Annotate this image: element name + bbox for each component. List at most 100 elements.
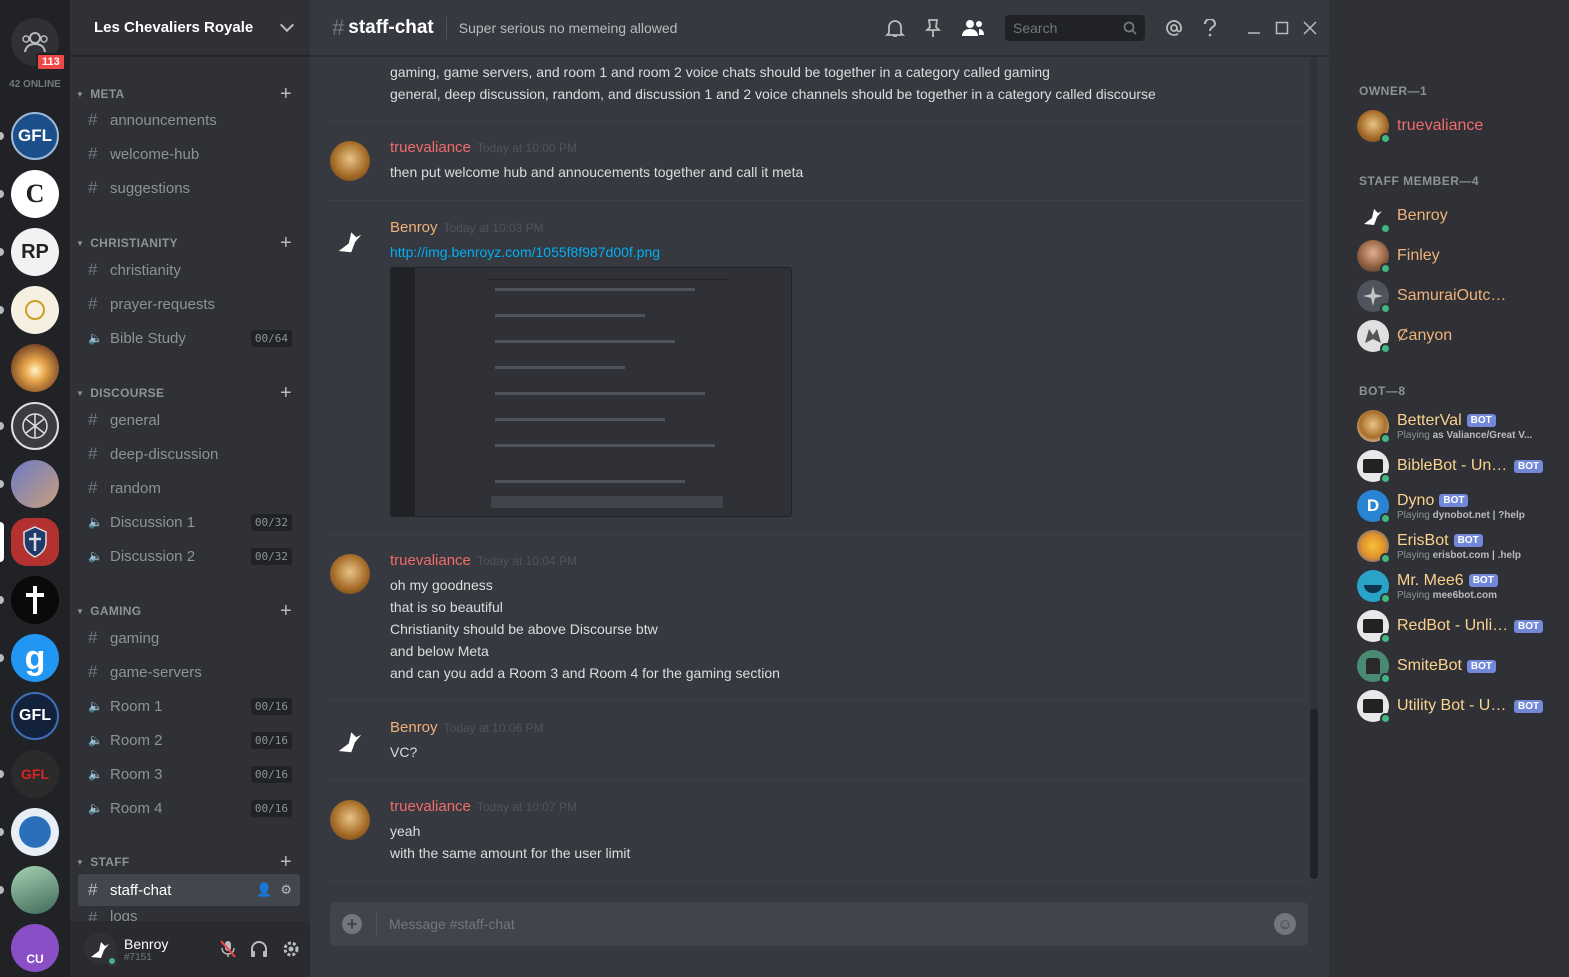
selected-server-indicator — [0, 522, 4, 562]
message-author[interactable]: Benroy — [390, 719, 438, 736]
channel-suggestions[interactable]: # suggestions — [78, 172, 300, 204]
server-icon-g[interactable]: g — [11, 634, 59, 682]
channel-staff-chat[interactable]: # staff-chat 👤 ⚙ — [78, 874, 300, 906]
bird-avatar[interactable] — [330, 721, 370, 761]
bird-avatar[interactable] — [330, 221, 370, 261]
lion-avatar[interactable] — [330, 554, 370, 594]
member-benroy[interactable]: Benroy — [1357, 196, 1557, 236]
search-icon — [1123, 21, 1137, 35]
channel-gaming[interactable]: # gaming — [78, 622, 300, 654]
category-gaming[interactable]: ▼ GAMING + — [76, 601, 292, 621]
member-utility-bot[interactable]: Utility Bot - Un... BOT — [1357, 686, 1557, 726]
guild-header[interactable]: Les Chevaliers Royale — [70, 0, 310, 56]
server-icon-guardians-of-faith[interactable] — [11, 286, 59, 334]
mentions-icon[interactable] — [1165, 19, 1183, 37]
server-icon-globe[interactable] — [11, 808, 59, 856]
server-icon-chi-rho[interactable] — [11, 402, 59, 450]
settings-gear-icon[interactable] — [282, 940, 300, 958]
message-input[interactable] — [389, 916, 1274, 932]
lion-avatar[interactable] — [330, 800, 370, 840]
server-icon-gfl-dark[interactable]: GFL — [11, 692, 59, 740]
member-canyon[interactable]: Ȼanyon — [1357, 316, 1557, 356]
server-icon-jesus-avatar[interactable] — [11, 460, 59, 508]
voice-channel-discussion-2[interactable]: 🔈 Discussion 2 00/32 — [78, 540, 300, 572]
embedded-screenshot-image[interactable] — [390, 267, 792, 517]
channel-announcements[interactable]: # announcements — [78, 104, 300, 136]
category-staff[interactable]: ▼ STAFF + — [76, 852, 292, 872]
server-icon-gfl-ze[interactable]: GFL — [11, 750, 59, 798]
message-scrollbar[interactable] — [1310, 57, 1318, 879]
add-channel-icon[interactable]: + — [280, 383, 292, 403]
message-author[interactable]: truevaliance — [390, 552, 471, 569]
message-author[interactable]: truevaliance — [390, 798, 471, 815]
search-input[interactable]: Search — [1005, 14, 1145, 41]
minimize-icon[interactable] — [1247, 21, 1261, 35]
member-biblebot[interactable]: BibleBot - Unli... BOT — [1357, 446, 1557, 486]
server-icon-cross[interactable] — [11, 576, 59, 624]
headphones-icon[interactable] — [250, 940, 268, 958]
user-avatar[interactable] — [84, 933, 118, 967]
member-list: OWNER—1 truevaliance STAFF MEMBER—4 Benr… — [1329, 0, 1569, 977]
server-icon-rp[interactable]: RP — [11, 228, 59, 276]
mute-microphone-icon[interactable] — [220, 940, 236, 958]
server-icon-cu[interactable]: CU — [11, 924, 59, 972]
server-icon-les-chevaliers-royale[interactable] — [11, 518, 59, 566]
voice-channel-bible-study[interactable]: 🔈 Bible Study 00/64 — [78, 322, 300, 354]
members-icon[interactable] — [961, 18, 985, 38]
close-icon[interactable] — [1303, 20, 1317, 35]
member-redbot[interactable]: RedBot - Unlim... BOT — [1357, 606, 1557, 646]
collapse-arrow-icon: ▼ — [76, 857, 85, 867]
channel-christianity[interactable]: # christianity — [78, 254, 300, 286]
collapse-arrow-icon: ▼ — [76, 238, 85, 248]
channel-general[interactable]: # general — [78, 404, 300, 436]
message-author[interactable]: truevaliance — [390, 139, 471, 156]
scrollbar-thumb[interactable] — [1310, 709, 1318, 879]
member-samuraioutcast[interactable]: SamuraiOutcast — [1357, 276, 1557, 316]
server-icon-c[interactable]: C — [11, 170, 59, 218]
add-channel-icon[interactable]: + — [280, 601, 292, 621]
channel-game-servers[interactable]: # game-servers — [78, 656, 300, 688]
member-erisbot[interactable]: ErisBot BOT Playing erisbot.com | .help — [1357, 526, 1557, 566]
voice-channel-room-2[interactable]: 🔈 Room 2 00/16 — [78, 724, 300, 756]
bell-icon[interactable] — [885, 18, 905, 38]
member-dyno[interactable]: D Dyno BOT Playing dynobot.net | ?help — [1357, 486, 1557, 526]
member-betterval[interactable]: BetterVal BOT Playing as Valiance/Great V… — [1357, 406, 1557, 446]
server-icon-landscape[interactable] — [11, 866, 59, 914]
help-icon[interactable] — [1203, 18, 1217, 37]
channel-prayer-requests[interactable]: # prayer-requests — [78, 288, 300, 320]
message-link[interactable]: http://img.benroyz.com/1055f8f987d00f.pn… — [390, 241, 1308, 263]
member-mr-mee6[interactable]: Mr. Mee6 BOT Playing mee6bot.com — [1357, 566, 1557, 606]
voice-channel-room-3[interactable]: 🔈 Room 3 00/16 — [78, 758, 300, 790]
chevron-down-icon[interactable] — [279, 17, 295, 33]
voice-channel-room-1[interactable]: 🔈 Room 1 00/16 — [78, 690, 300, 722]
member-smitebot[interactable]: SmiteBot BOT — [1357, 646, 1557, 686]
emoji-picker-icon[interactable]: ☺ — [1274, 913, 1296, 935]
category-discourse[interactable]: ▼ DISCOURSE + — [76, 383, 292, 403]
channel-logs[interactable]: # logs — [78, 908, 300, 922]
server-icon-gfl[interactable]: GFL — [11, 112, 59, 160]
member-name: ErisBot — [1397, 531, 1449, 549]
gear-icon[interactable]: ⚙ — [280, 882, 292, 898]
server-icon-sunset[interactable] — [11, 344, 59, 392]
add-channel-icon[interactable]: + — [280, 84, 292, 104]
channel-random[interactable]: # random — [78, 472, 300, 504]
channel-deep-discussion[interactable]: # deep-discussion — [78, 438, 300, 470]
invite-icon[interactable]: 👤 — [256, 882, 272, 898]
message-author[interactable]: Benroy — [390, 219, 438, 236]
add-channel-icon[interactable]: + — [280, 233, 292, 253]
pin-icon[interactable] — [925, 18, 941, 38]
lion-avatar[interactable] — [330, 141, 370, 181]
add-channel-icon[interactable]: + — [280, 852, 292, 872]
online-status-dot — [1380, 553, 1391, 564]
maximize-icon[interactable] — [1275, 21, 1289, 35]
voice-channel-room-4[interactable]: 🔈 Room 4 00/16 — [78, 792, 300, 824]
category-christianity[interactable]: ▼ CHRISTIANITY + — [76, 233, 292, 253]
member-group-owner: OWNER—1 — [1359, 84, 1428, 98]
bird-avatar-icon — [338, 232, 362, 253]
voice-channel-discussion-1[interactable]: 🔈 Discussion 1 00/32 — [78, 506, 300, 538]
member-truevaliance[interactable]: truevaliance — [1357, 106, 1557, 146]
category-meta[interactable]: ▼ META + — [76, 84, 292, 104]
upload-plus-button[interactable]: + — [342, 914, 362, 934]
channel-welcome-hub[interactable]: # welcome-hub — [78, 138, 300, 170]
member-finley[interactable]: Finley — [1357, 236, 1557, 276]
